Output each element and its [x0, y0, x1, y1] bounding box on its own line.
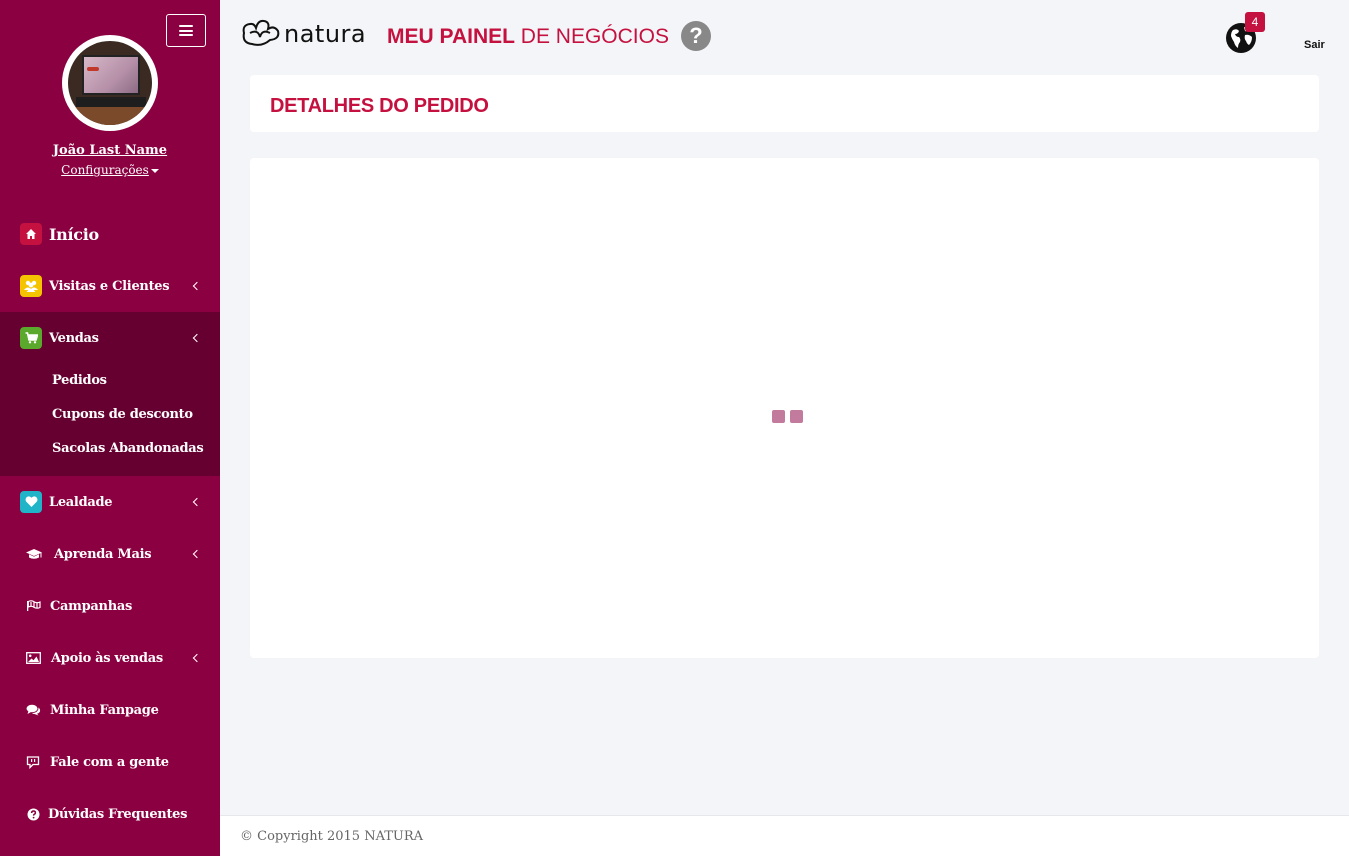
flag-icon [22, 595, 44, 617]
sidebar-item-lealdade[interactable]: Lealdade [0, 476, 220, 528]
natura-logo[interactable]: natura [240, 18, 366, 50]
sidebar-subitem-sacolas[interactable]: Sacolas Abandonadas [52, 441, 204, 456]
sidebar-item-visitas-clientes[interactable]: Visitas e Clientes [0, 260, 220, 312]
app-title: MEU PAINEL DE NEGÓCIOS [387, 25, 669, 49]
sidebar-item-apoio-vendas[interactable]: Apoio às vendas [0, 632, 220, 684]
chevron-left-icon [192, 549, 202, 559]
natura-flower-icon [242, 19, 280, 46]
cart-icon [20, 327, 42, 349]
loader-dot [790, 410, 803, 423]
chevron-left-icon [192, 281, 202, 291]
loading-spinner [772, 410, 803, 423]
sidebar-item-label: Vendas [49, 330, 99, 346]
sidebar-item-label: Lealdade [49, 494, 113, 510]
app-title-rest: DE NEGÓCIOS [514, 25, 669, 48]
sidebar-item-campanhas[interactable]: Campanhas [0, 580, 220, 632]
footer: © Copyright 2015 NATURA [220, 815, 1349, 856]
hamburger-icon [179, 25, 193, 36]
heart-icon [20, 491, 42, 513]
users-icon [20, 275, 42, 297]
chat-icon [22, 751, 44, 773]
chevron-left-icon [192, 653, 202, 663]
page-title: DETALHES DO PEDIDO [270, 95, 489, 117]
sidebar-item-duvidas-frequentes[interactable]: Dúvidas Frequentes [0, 788, 220, 840]
help-button[interactable]: ? [681, 21, 711, 51]
question-circle-icon [22, 803, 44, 825]
caret-down-icon [150, 168, 159, 173]
sidebar-item-label: Início [49, 224, 99, 244]
user-name[interactable]: João Last Name [0, 143, 220, 158]
sidebar: João Last Name Configurações Início Visi… [0, 0, 220, 856]
sidebar-subitem-cupons[interactable]: Cupons de desconto [52, 407, 193, 422]
question-icon: ? [689, 23, 703, 48]
graduation-cap-icon [23, 543, 45, 565]
sidebar-item-inicio[interactable]: Início [0, 208, 220, 260]
sidebar-item-label: Minha Fanpage [50, 702, 159, 718]
settings-label: Configurações [61, 163, 149, 177]
notification-badge: 4 [1245, 12, 1265, 32]
order-details-panel [250, 158, 1319, 658]
page-title-panel: DETALHES DO PEDIDO [250, 75, 1319, 132]
app-title-bold: MEU PAINEL [387, 25, 515, 48]
sidebar-item-label: Aprenda Mais [54, 546, 152, 562]
sidebar-item-label: Visitas e Clientes [49, 278, 170, 294]
chevron-left-icon [192, 497, 202, 507]
logo-text: natura [284, 20, 367, 48]
sidebar-item-minha-fanpage[interactable]: Minha Fanpage [0, 684, 220, 736]
settings-dropdown[interactable]: Configurações [0, 163, 220, 177]
avatar[interactable] [62, 35, 158, 131]
sidebar-item-fale-conosco[interactable]: Fale com a gente [0, 736, 220, 788]
copyright-text: © Copyright 2015 NATURA [240, 829, 424, 844]
sidebar-item-label: Fale com a gente [50, 754, 169, 770]
logout-link[interactable]: Sair [1304, 39, 1325, 51]
comments-icon [22, 699, 44, 721]
home-icon [20, 223, 42, 245]
sidebar-item-vendas[interactable]: Vendas [0, 312, 220, 364]
loader-dot [772, 410, 785, 423]
sidebar-item-label: Campanhas [50, 598, 132, 614]
image-icon [22, 647, 44, 669]
chevron-left-icon [192, 333, 202, 343]
sidebar-item-label: Apoio às vendas [51, 650, 163, 666]
sidebar-subitem-pedidos[interactable]: Pedidos [52, 373, 107, 388]
menu-toggle-button[interactable] [166, 14, 206, 47]
sidebar-item-aprenda-mais[interactable]: Aprenda Mais [0, 528, 220, 580]
sidebar-item-label: Dúvidas Frequentes [48, 806, 188, 822]
